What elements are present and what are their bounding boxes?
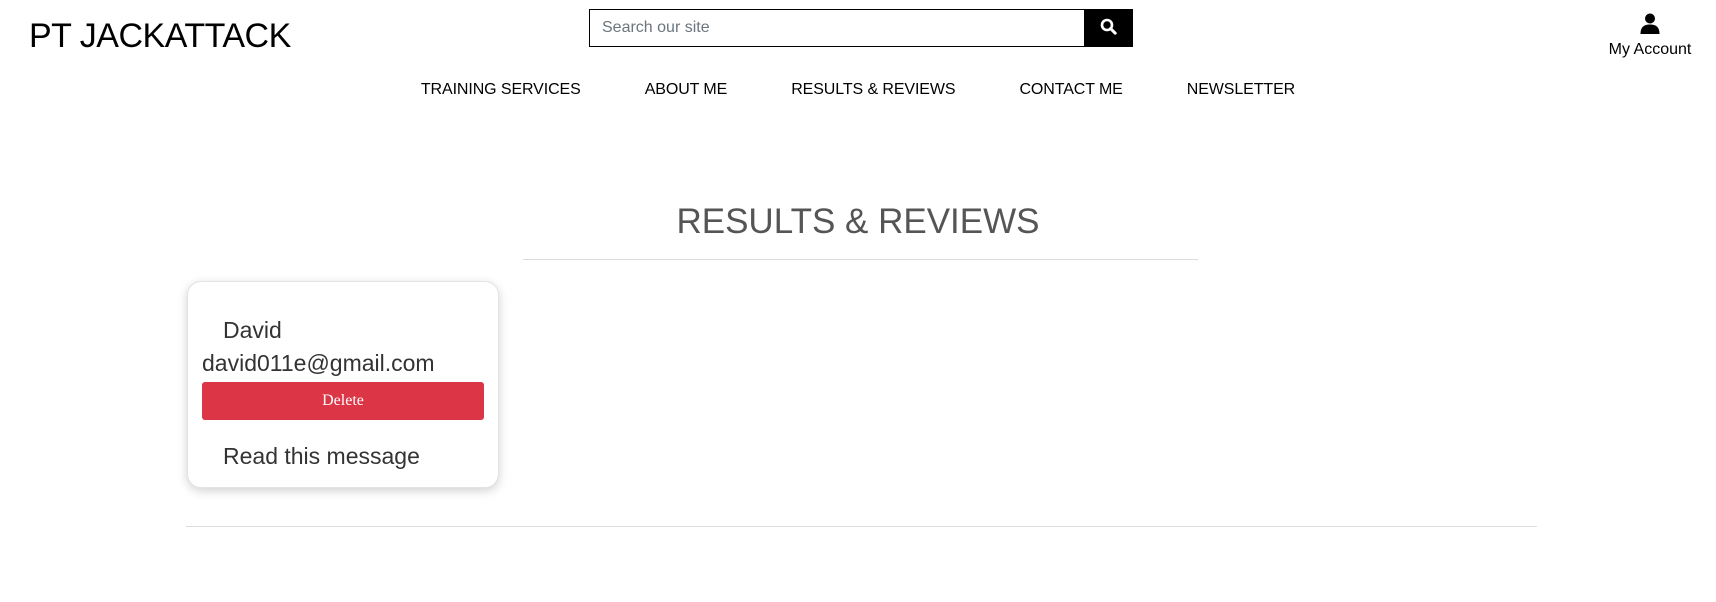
read-message-link[interactable]: Read this message — [223, 443, 420, 470]
nav-item-contact-me[interactable]: CONTACT ME — [987, 81, 1154, 99]
sender-name: David — [223, 317, 282, 343]
search-icon — [1100, 18, 1117, 38]
search-input[interactable] — [589, 9, 1084, 47]
nav-item-about-me[interactable]: ABOUT ME — [613, 81, 759, 99]
my-account-link[interactable]: My Account — [1606, 13, 1694, 59]
section-divider — [186, 526, 1537, 527]
site-logo[interactable]: PT JACKATTACK — [29, 17, 291, 56]
user-icon — [1640, 13, 1660, 39]
nav-item-results-reviews[interactable]: RESULTS & REVIEWS — [759, 81, 987, 99]
search-button[interactable] — [1084, 9, 1133, 47]
main-nav: TRAINING SERVICES ABOUT ME RESULTS & REV… — [0, 81, 1716, 99]
my-account-label: My Account — [1608, 41, 1692, 58]
title-divider — [523, 259, 1198, 260]
delete-button[interactable]: Delete — [202, 382, 484, 420]
nav-item-newsletter[interactable]: NEWSLETTER — [1155, 81, 1327, 99]
sender-email: david011e@gmail.com — [202, 350, 435, 376]
page-title: RESULTS & REVIEWS — [676, 202, 1040, 241]
nav-item-training-services[interactable]: TRAINING SERVICES — [389, 81, 613, 99]
message-card: David david011e@gmail.com Delete Read th… — [187, 281, 499, 488]
search-form — [589, 9, 1133, 47]
